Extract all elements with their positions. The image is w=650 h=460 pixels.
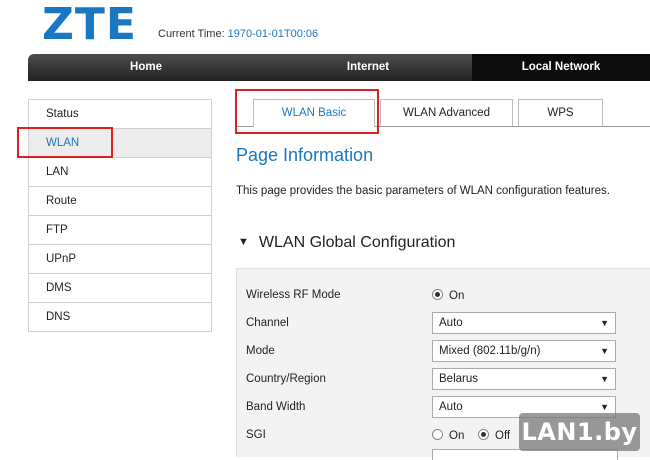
section-header[interactable]: ▼ WLAN Global Configuration (238, 234, 455, 252)
page-description: This page provides the basic parameters … (236, 185, 610, 197)
channel-select[interactable]: Auto ▼ (432, 312, 616, 334)
zte-logo: ZTE (42, 0, 137, 50)
channel-label: Channel (246, 317, 289, 329)
sidebar-item-lan[interactable]: LAN (29, 158, 211, 187)
sgi-off-radio[interactable]: Off (478, 429, 510, 442)
radio-selected-icon (478, 429, 489, 440)
chevron-down-icon: ▼ (600, 374, 609, 384)
rf-mode-label: Wireless RF Mode (246, 289, 341, 301)
mode-value: Mixed (802.11b/g/n) (439, 345, 541, 357)
sgi-on-label: On (449, 430, 465, 442)
sgi-on-radio[interactable]: On (432, 429, 464, 442)
current-time: Current Time: 1970-01-01T00:06 (158, 28, 318, 40)
sidebar-item-upnp[interactable]: UPnP (29, 245, 211, 274)
bandwidth-value: Auto (439, 401, 463, 413)
sgi-label: SGI (246, 429, 266, 441)
current-time-label: Current Time: (158, 28, 225, 40)
chevron-down-icon: ▼ (600, 346, 609, 356)
sgi-off-label: Off (495, 430, 511, 442)
tab-highlight-box (235, 89, 379, 134)
collapse-triangle-icon: ▼ (238, 236, 249, 248)
page-title: Page Information (236, 145, 374, 165)
country-value: Belarus (439, 373, 478, 385)
rf-mode-on-label: On (449, 290, 465, 302)
wlan-highlight-box (17, 127, 113, 158)
chevron-down-icon: ▼ (600, 318, 609, 328)
tab-wlan-advanced[interactable]: WLAN Advanced (380, 99, 513, 126)
tab-wps[interactable]: WPS (518, 99, 603, 126)
section-title: WLAN Global Configuration (258, 234, 456, 251)
sidebar-item-status[interactable]: Status (29, 100, 211, 129)
country-label: Country/Region (246, 373, 326, 385)
sidebar-item-dms[interactable]: DMS (29, 274, 211, 303)
sidebar-item-route[interactable]: Route (29, 187, 211, 216)
country-select[interactable]: Belarus ▼ (432, 368, 616, 390)
current-time-value: 1970-01-01T00:06 (227, 28, 319, 40)
sidebar-item-dns[interactable]: DNS (29, 303, 211, 332)
nav-local-network[interactable]: Local Network (472, 54, 650, 81)
radio-selected-icon (432, 289, 443, 300)
radio-unselected-icon (432, 429, 443, 440)
nav-internet[interactable]: Internet (264, 54, 472, 81)
mode-select[interactable]: Mixed (802.11b/g/n) ▼ (432, 340, 616, 362)
watermark: LAN1.by (519, 413, 640, 451)
main-nav: Home Internet Local Network (28, 54, 650, 81)
channel-value: Auto (439, 317, 463, 329)
sidebar-item-ftp[interactable]: FTP (29, 216, 211, 245)
nav-home[interactable]: Home (28, 54, 264, 81)
rf-mode-on-radio[interactable]: On (432, 289, 464, 302)
bandwidth-label: Band Width (246, 401, 306, 413)
mode-label: Mode (246, 345, 275, 357)
